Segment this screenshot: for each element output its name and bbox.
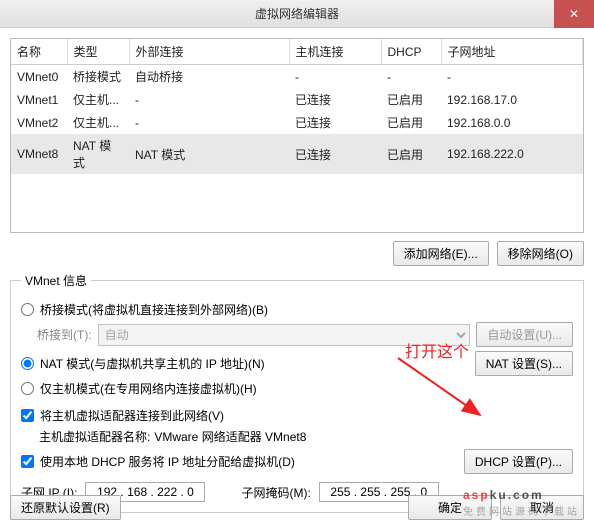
radio-nat-label[interactable]: NAT 模式(与虚拟机共享主机的 IP 地址)(N): [21, 355, 265, 372]
host-adapter-name-label: 主机虚拟适配器名称:: [39, 428, 150, 445]
close-icon: ✕: [569, 7, 579, 21]
chk-host-adapter[interactable]: [21, 409, 34, 422]
radio-bridge[interactable]: [21, 303, 34, 316]
chk-dhcp[interactable]: [21, 455, 34, 468]
nat-settings-button[interactable]: NAT 设置(S)...: [475, 351, 573, 376]
chk-dhcp-label[interactable]: 使用本地 DHCP 服务将 IP 地址分配给虚拟机(D): [21, 453, 295, 470]
radio-nat[interactable]: [21, 357, 34, 370]
table-header[interactable]: 主机连接: [289, 39, 381, 65]
table-row[interactable]: VMnet8NAT 模式NAT 模式已连接已启用192.168.222.0: [11, 134, 583, 174]
table-header[interactable]: 类型: [67, 39, 129, 65]
auto-settings-button: 自动设置(U)...: [476, 322, 573, 347]
vmnet-info-fieldset: VMnet 信息 桥接模式(将虚拟机直接连接到外部网络)(B) 桥接到(T): …: [10, 272, 584, 513]
table-header[interactable]: 子网地址: [441, 39, 583, 65]
chk-host-adapter-label[interactable]: 将主机虚拟适配器连接到此网络(V): [21, 407, 224, 424]
bridge-to-select: 自动: [98, 324, 471, 346]
table-row[interactable]: VMnet0桥接模式自动桥接---: [11, 65, 583, 89]
networks-table[interactable]: 名称类型外部连接主机连接DHCP子网地址 VMnet0桥接模式自动桥接---VM…: [10, 38, 584, 233]
title-bar: 虚拟网络编辑器 ✕: [0, 0, 594, 28]
table-header[interactable]: 外部连接: [129, 39, 289, 65]
radio-hostonly-label[interactable]: 仅主机模式(在专用网络内连接虚拟机)(H): [21, 380, 257, 397]
host-adapter-name-value: VMware 网络适配器 VMnet8: [154, 428, 306, 445]
radio-bridge-label[interactable]: 桥接模式(将虚拟机直接连接到外部网络)(B): [21, 301, 268, 318]
table-header[interactable]: DHCP: [381, 39, 441, 65]
restore-defaults-button[interactable]: 还原默认设置(R): [10, 495, 121, 520]
watermark: aspku.com 免费网站源码下载站: [463, 479, 580, 518]
radio-hostonly[interactable]: [21, 382, 34, 395]
close-button[interactable]: ✕: [554, 0, 594, 28]
table-header[interactable]: 名称: [11, 39, 67, 65]
remove-network-button[interactable]: 移除网络(O): [497, 241, 584, 266]
fieldset-legend: VMnet 信息: [21, 272, 91, 289]
window-title: 虚拟网络编辑器: [255, 5, 339, 22]
dhcp-settings-button[interactable]: DHCP 设置(P)...: [464, 449, 573, 474]
table-row[interactable]: VMnet1仅主机...-已连接已启用192.168.17.0: [11, 88, 583, 111]
bridge-to-label: 桥接到(T):: [37, 326, 92, 343]
add-network-button[interactable]: 添加网络(E)...: [393, 241, 489, 266]
table-row[interactable]: VMnet2仅主机...-已连接已启用192.168.0.0: [11, 111, 583, 134]
